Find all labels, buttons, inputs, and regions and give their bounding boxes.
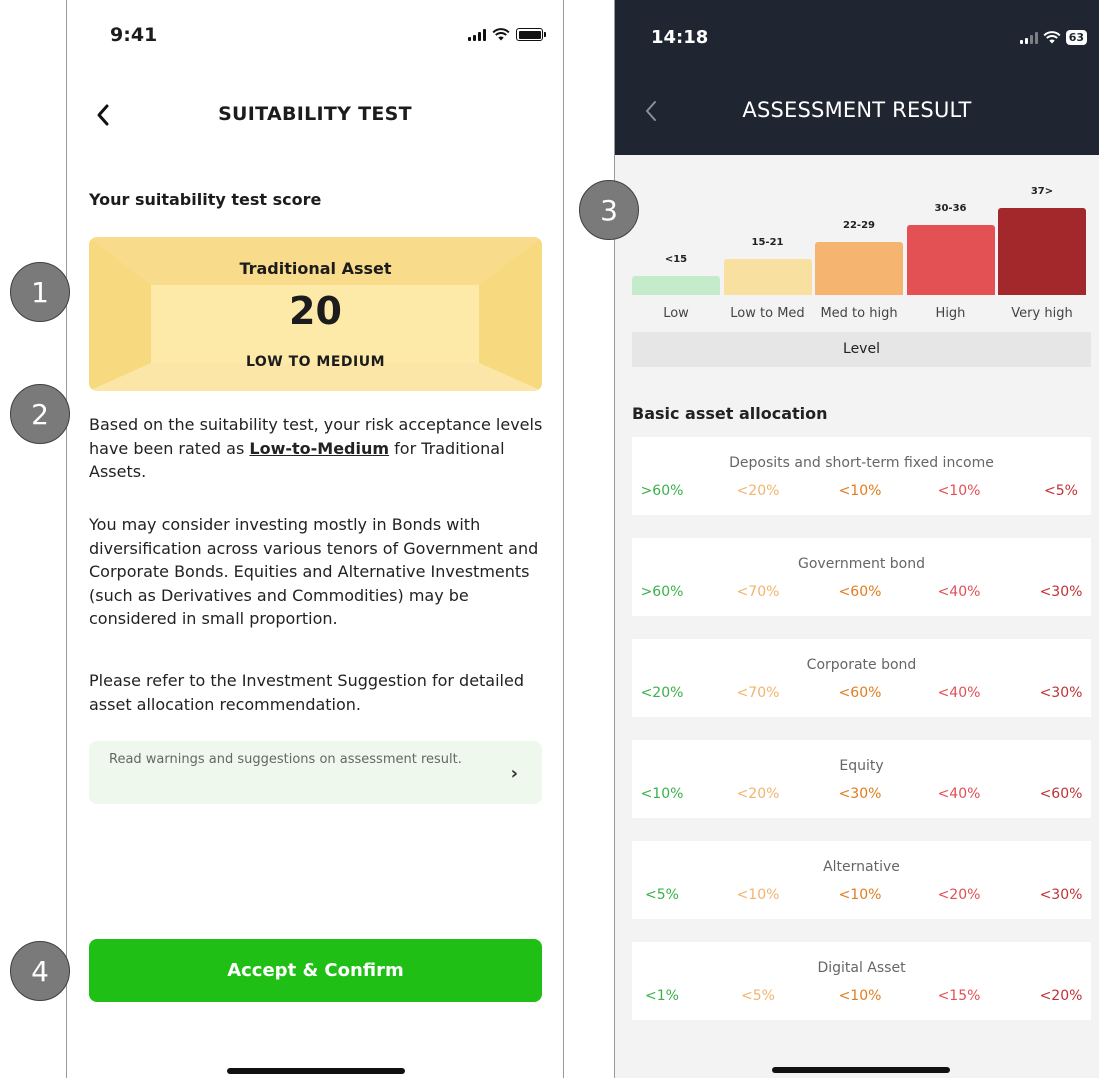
allocation-card: Government bond >60% <70% <60% <40% <30% — [632, 538, 1091, 616]
allocation-value: <70% — [736, 584, 780, 600]
allocation-value: <10% — [838, 988, 882, 1004]
allocation-value: <5% — [741, 988, 775, 1004]
page-title: ASSESSMENT RESULT — [742, 98, 972, 122]
allocation-value: <30% — [838, 786, 882, 802]
allocation-value: <1% — [645, 988, 679, 1004]
allocation-value: <20% — [736, 786, 780, 802]
allocation-value: <70% — [736, 685, 780, 701]
allocation-value: <10% — [937, 483, 981, 499]
allocation-card: Digital Asset <1% <5% <10% <15% <20% — [632, 942, 1091, 1020]
allocation-name: Equity — [839, 758, 884, 774]
page-title: SUITABILITY TEST — [218, 103, 412, 125]
allocation-card: Alternative <5% <10% <10% <20% <30% — [632, 841, 1091, 919]
allocation-heading: Basic asset allocation — [632, 404, 828, 423]
level-range-label: 37> — [1030, 186, 1054, 197]
allocation-name: Corporate bond — [806, 657, 917, 673]
wifi-icon — [1043, 31, 1061, 44]
warnings-text: Read warnings and suggestions on assessm… — [109, 752, 462, 767]
allocation-value: <20% — [937, 887, 981, 903]
allocation-value: <20% — [640, 685, 684, 701]
allocation-value: <5% — [645, 887, 679, 903]
level-category-label: Med to high — [820, 306, 898, 321]
callout-marker-3: 3 — [579, 180, 639, 240]
risk-level-chart: Level <15 Low 15-21 Low to Med 22-29 Med to h… — [632, 180, 1092, 370]
level-category-label: Very high — [1011, 306, 1073, 321]
allocation-value: <10% — [640, 786, 684, 802]
level-bar — [723, 259, 812, 295]
level-category-label: Low to Med — [730, 306, 805, 321]
level-category-label: High — [935, 306, 966, 321]
accept-confirm-button[interactable]: Accept & Confirm — [89, 939, 542, 1002]
allocation-value: <5% — [1044, 483, 1078, 499]
status-time: 14:18 — [651, 27, 709, 48]
home-indicator — [772, 1067, 950, 1073]
allocation-value: <15% — [937, 988, 981, 1004]
allocation-value: >60% — [640, 483, 684, 499]
score-card: Traditional Asset 20 LOW TO MEDIUM — [89, 237, 542, 391]
allocation-value: <10% — [838, 483, 882, 499]
warnings-link[interactable]: Read warnings and suggestions on assessm… — [89, 741, 542, 804]
level-bar — [815, 242, 903, 295]
allocation-name: Deposits and short-term fixed income — [729, 455, 994, 471]
result-paragraph: Based on the suitability test, your risk… — [89, 415, 543, 481]
level-bar — [906, 225, 995, 295]
allocation-value: <30% — [1039, 685, 1083, 701]
signal-icon — [468, 28, 486, 41]
signal-icon — [1019, 31, 1038, 44]
level-range-label: 30-36 — [934, 203, 967, 214]
allocation-value: <10% — [838, 887, 882, 903]
allocation-name: Government bond — [798, 556, 925, 572]
callout-marker-4: 4 — [10, 941, 70, 1001]
allocation-value: <60% — [838, 685, 882, 701]
allocation-name: Alternative — [823, 859, 900, 875]
allocation-value: <60% — [1039, 786, 1083, 802]
callout-marker-2: 2 — [10, 384, 70, 444]
allocation-value: <20% — [1039, 988, 1083, 1004]
level-range-label: 15-21 — [751, 237, 784, 248]
allocation-value: <20% — [736, 483, 780, 499]
risk-level: LOW TO MEDIUM — [245, 354, 386, 370]
asset-type: Traditional Asset — [239, 259, 392, 278]
recommendation-paragraph: You may consider investing mostly in Bon… — [89, 515, 539, 628]
wifi-icon — [492, 28, 510, 41]
allocation-card: Corporate bond <20% <70% <60% <40% <30% — [632, 639, 1091, 717]
level-axis-label: Level — [632, 332, 1091, 367]
allocation-value: <40% — [937, 685, 981, 701]
allocation-value: <40% — [937, 786, 981, 802]
status-icons: 63 — [1019, 30, 1087, 45]
allocation-value: >60% — [640, 584, 684, 600]
score-value: 20 — [289, 289, 342, 333]
home-indicator — [227, 1068, 405, 1074]
level-category-label: Low — [663, 306, 689, 321]
top-bar: 14:18 63 ASSESSMENT RESULT — [615, 0, 1099, 155]
allocation-value: <60% — [838, 584, 882, 600]
level-range-label: 22-29 — [843, 220, 875, 231]
allocation-value: <30% — [1039, 584, 1083, 600]
chevron-right-icon: › — [510, 763, 518, 784]
callout-marker-1: 1 — [10, 262, 70, 322]
allocation-value: <30% — [1039, 887, 1083, 903]
level-range-label: <15 — [664, 254, 688, 265]
battery-icon — [516, 28, 546, 41]
allocation-value: <10% — [736, 887, 780, 903]
allocation-card: Deposits and short-term fixed income >60%… — [632, 437, 1091, 515]
level-bar — [632, 276, 720, 295]
status-icons — [468, 28, 546, 41]
battery-level: 63 — [1065, 30, 1087, 45]
level-bar — [998, 208, 1086, 295]
allocation-name: Digital Asset — [817, 960, 906, 976]
refer-paragraph: Please refer to the Investment Suggestio… — [89, 671, 524, 714]
score-heading: Your suitability test score — [89, 190, 322, 209]
risk-level-link: Low-to-Medium — [249, 438, 390, 458]
assessment-result-screen: 14:18 63 ASSESSMENT RESULT Level <15 Low 1… — [614, 0, 1099, 1078]
allocation-value: <40% — [937, 584, 981, 600]
suitability-test-screen: 9:41 SUITABILITY TEST Your suitability t… — [66, 0, 564, 1078]
allocation-card: Equity <10% <20% <30% <40% <60% — [632, 740, 1091, 818]
status-time: 9:41 — [110, 24, 158, 46]
